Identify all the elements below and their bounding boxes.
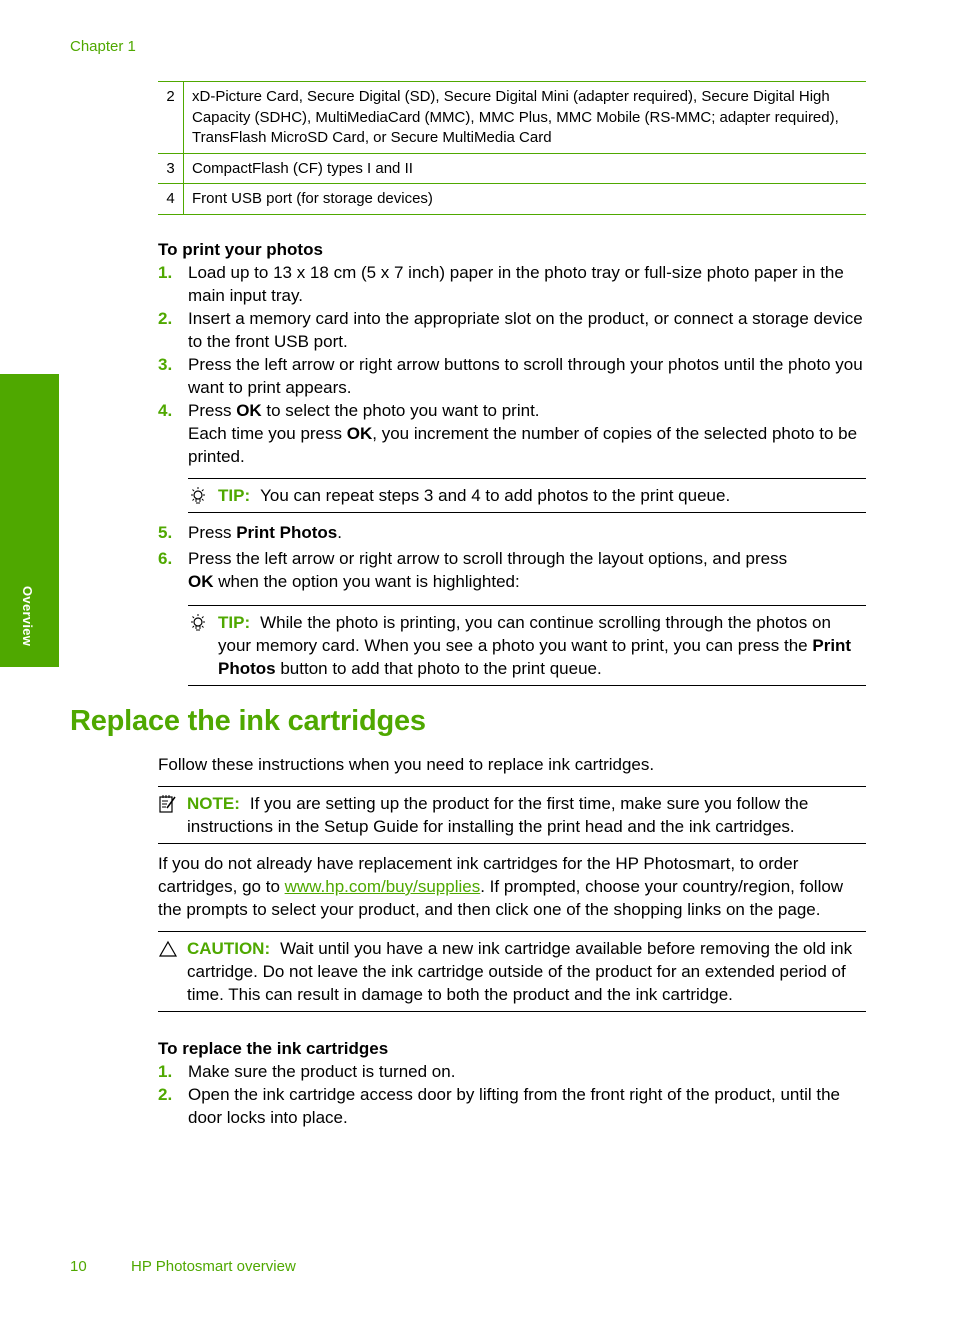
lightbulb-icon [188,486,208,506]
slot-description: Front USB port (for storage devices) [183,183,866,215]
supplies-link[interactable]: www.hp.com/buy/supplies [285,877,481,896]
memory-slots-table: 2 xD-Picture Card, Secure Digital (SD), … [158,81,866,215]
note-callout: NOTE: If you are setting up the product f… [158,786,866,844]
text-run: when the option you want is highlighted: [213,572,520,591]
print-photos-procedure: To print your photos 1. Load up to 13 x … [158,238,866,686]
step-number: 2. [158,309,173,328]
procedure-heading: To print your photos [158,240,323,259]
step-number: 1. [158,1062,173,1081]
table-row: 2 xD-Picture Card, Secure Digital (SD), … [158,81,866,154]
note-label: NOTE: [187,794,240,813]
text-run: . [337,523,342,542]
steps-list: 1. Make sure the product is turned on. 2… [158,1060,866,1129]
note-text: If you are setting up the product for th… [187,794,809,836]
tip-callout: TIP: You can repeat steps 3 and 4 to add … [188,478,866,513]
caution-callout: CAUTION: Wait until you have a new ink ca… [158,931,866,1012]
caution-label: CAUTION: [187,939,271,958]
step-text: Make sure the product is turned on. [188,1062,456,1081]
slot-number: 2 [158,81,184,154]
slot-number: 4 [158,183,184,215]
intro-paragraph: Follow these instructions when you need … [158,755,655,774]
step-text: Press the left arrow or right arrow to s… [188,549,788,568]
slot-description: CompactFlash (CF) types I and II [183,152,866,184]
step-number: 3. [158,355,173,374]
tip-text: While the photo is printing, you can con… [218,613,831,655]
step-item: 2. Insert a memory card into the appropr… [158,307,866,353]
step-continuation: Each time you press OK, you increment th… [188,422,866,468]
step-number: 2. [158,1085,173,1104]
caution-text: Wait until you have a new ink cartridge … [187,939,853,1004]
step-text: Open the ink cartridge access door by li… [188,1085,841,1127]
text-run: button to add that photo to the print qu… [275,659,602,678]
side-tab-label: Overview [20,586,35,647]
note-pencil-icon [158,794,178,814]
slot-number: 3 [158,152,184,184]
chapter-label: Chapter 1 [70,38,136,55]
step-number: 4. [158,401,173,420]
warning-triangle-icon [158,939,178,959]
step-item: 5. Press Print Photos. [158,521,866,544]
section-title: Replace the ink cartridges [70,705,426,737]
steps-list: 1. Load up to 13 x 18 cm (5 x 7 inch) pa… [158,261,866,686]
step-item: 4. Press OK to select the photo you want… [158,399,866,513]
step-item: 6. Press the left arrow or right arrow t… [158,547,866,686]
slot-description: xD-Picture Card, Secure Digital (SD), Se… [183,81,866,154]
order-paragraph: If you do not already have replacement i… [158,852,866,921]
text-run: to select the photo you want to print. [261,401,540,420]
step-text: Insert a memory card into the appropriat… [188,309,863,351]
step-text: Press the left arrow or right arrow butt… [188,355,863,397]
tip-text: You can repeat steps 3 and 4 to add phot… [260,486,731,505]
step-text: Load up to 13 x 18 cm (5 x 7 inch) paper… [188,263,844,305]
step-item: 1. Load up to 13 x 18 cm (5 x 7 inch) pa… [158,261,866,307]
ok-button-ref: OK [188,572,214,591]
table-row: 4 Front USB port (for storage devices) [158,183,866,215]
step-number: 6. [158,549,173,568]
tip-callout: TIP: While the photo is printing, you can… [188,605,866,686]
tip-label: TIP: [218,613,251,632]
text-run: Press [188,401,237,420]
step-item: 2. Open the ink cartridge access door by… [158,1083,866,1129]
step-number: 1. [158,263,173,282]
page-number: 10 [70,1258,87,1275]
text-run: Press [188,523,237,542]
tip-label: TIP: [218,486,251,505]
ok-button-ref: OK [346,424,373,443]
step-text: Press OK to select the photo you want to… [188,401,540,420]
table-row: 3 CompactFlash (CF) types I and II [158,152,866,184]
step-item: 1. Make sure the product is turned on. [158,1060,866,1083]
procedure-heading: To replace the ink cartridges [158,1039,389,1058]
replace-section-body: Follow these instructions when you need … [158,753,866,1129]
lightbulb-icon [188,613,208,633]
print-photos-button-ref: Print Photos [236,523,338,542]
ok-button-ref: OK [236,401,262,420]
step-number: 5. [158,523,173,542]
step-item: 3. Press the left arrow or right arrow b… [158,353,866,399]
footer-section-name: HP Photosmart overview [131,1258,296,1275]
text-run: Each time you press [188,424,347,443]
